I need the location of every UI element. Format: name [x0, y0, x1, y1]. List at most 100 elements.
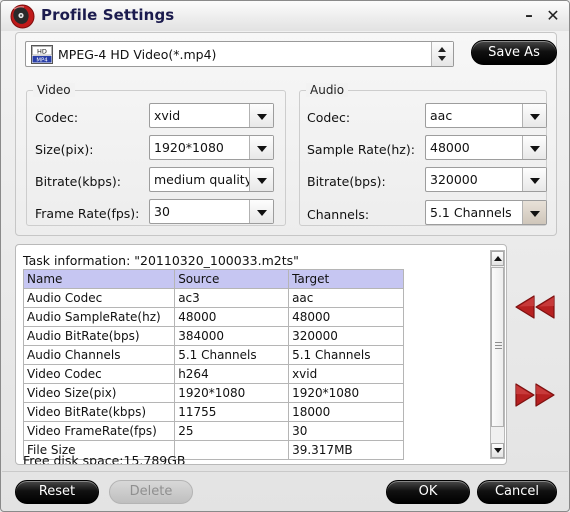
chevron-down-icon[interactable]	[249, 104, 273, 127]
audio-group-legend: Audio	[306, 83, 349, 97]
audio-codec-select[interactable]: aac	[425, 103, 547, 128]
svg-text:HD: HD	[37, 47, 47, 55]
cell-source: 384000	[174, 326, 290, 346]
chevron-down-icon[interactable]	[522, 168, 546, 191]
profile-settings-dialog: Profile Settings – ✕ HD MP4 MPEG-4 HD Vi…	[0, 0, 570, 512]
column-header-source: Source	[174, 269, 290, 289]
column-header-target: Target	[288, 269, 404, 289]
video-framerate-value: 30	[154, 204, 170, 219]
profile-select-value: MPEG-4 HD Video(*.mp4)	[58, 47, 217, 62]
close-icon[interactable]: ✕	[544, 7, 562, 25]
free-disk-space-label: Free disk space:15.789GB	[23, 453, 186, 464]
table-row: Audio BitRate(bps) 384000 320000	[22, 326, 404, 346]
cell-target: 5.1 Channels	[288, 345, 404, 365]
cell-name: Video Codec	[22, 364, 176, 384]
chevron-down-icon[interactable]	[249, 168, 273, 191]
svg-text:MP4: MP4	[36, 57, 48, 63]
video-size-value: 1920*1080	[154, 140, 224, 155]
cell-name: Video BitRate(kbps)	[22, 402, 176, 422]
chevron-down-icon[interactable]	[522, 136, 546, 159]
chevron-down-icon[interactable]	[249, 200, 273, 223]
cell-target: 30	[288, 421, 404, 441]
cell-source: 11755	[174, 402, 290, 422]
table-row: Video BitRate(kbps) 11755 18000	[22, 402, 404, 422]
audio-samplerate-value: 48000	[430, 140, 470, 155]
audio-channels-value: 5.1 Channels	[430, 205, 512, 220]
cell-name: Audio SampleRate(hz)	[22, 307, 176, 327]
column-header-name: Name	[22, 269, 176, 289]
cell-source: 48000	[174, 307, 290, 327]
cell-target: 39.317MB	[288, 440, 404, 460]
table-header-row: Name Source Target	[22, 269, 404, 289]
table-row: Video Size(pix) 1920*1080 1920*1080	[22, 383, 404, 403]
cell-name: Video FrameRate(fps)	[22, 421, 176, 441]
cell-target: 48000	[288, 307, 404, 327]
task-table-scrollbar[interactable]	[490, 250, 505, 459]
video-codec-value: xvid	[154, 108, 181, 123]
title-bar: Profile Settings – ✕	[1, 1, 569, 31]
cell-source: 25	[174, 421, 290, 441]
profile-select[interactable]: HD MP4 MPEG-4 HD Video(*.mp4)	[25, 41, 454, 67]
table-row: Audio Channels 5.1 Channels 5.1 Channels	[22, 345, 404, 365]
delete-button: Delete	[109, 480, 193, 504]
cell-target: 18000	[288, 402, 404, 422]
video-codec-select[interactable]: xvid	[149, 103, 274, 128]
table-row: Audio Codec ac3 aac	[22, 288, 404, 308]
cell-source: 5.1 Channels	[174, 345, 290, 365]
footer-divider	[2, 471, 568, 472]
table-row: Audio SampleRate(hz) 48000 48000	[22, 307, 404, 327]
chevron-down-icon[interactable]	[522, 104, 546, 127]
audio-samplerate-select[interactable]: 48000	[425, 135, 547, 160]
ok-button[interactable]: OK	[386, 480, 470, 504]
video-codec-label: Codec:	[35, 110, 79, 125]
video-framerate-label: Frame Rate(fps):	[35, 206, 140, 221]
cell-target: aac	[288, 288, 404, 308]
cell-name: Audio BitRate(bps)	[22, 326, 176, 346]
video-framerate-select[interactable]: 30	[149, 199, 274, 224]
cell-name: Video Size(pix)	[22, 383, 176, 403]
rewind-double-arrow-icon[interactable]	[512, 294, 558, 320]
forward-double-arrow-icon[interactable]	[512, 382, 558, 408]
chevron-down-icon[interactable]	[522, 201, 546, 224]
audio-bitrate-label: Bitrate(bps):	[307, 174, 386, 189]
chevron-down-icon[interactable]	[249, 136, 273, 159]
disc-icon	[10, 4, 35, 29]
save-as-button[interactable]: Save As	[471, 40, 557, 65]
table-row: Video FrameRate(fps) 25 30	[22, 421, 404, 441]
cancel-button[interactable]: Cancel	[477, 480, 557, 504]
scroll-up-arrow-icon[interactable]	[491, 251, 504, 266]
table-row: Video Codec h264 xvid	[22, 364, 404, 384]
video-size-select[interactable]: 1920*1080	[149, 135, 274, 160]
cell-source: 1920*1080	[174, 383, 290, 403]
cell-target: 1920*1080	[288, 383, 404, 403]
scroll-down-arrow-icon[interactable]	[491, 443, 504, 458]
audio-codec-value: aac	[430, 108, 453, 123]
task-information-title: Task information: "20110320_100033.m2ts"	[23, 253, 299, 268]
audio-samplerate-label: Sample Rate(hz):	[307, 142, 415, 157]
video-bitrate-label: Bitrate(kbps):	[35, 174, 121, 189]
page-title: Profile Settings	[41, 6, 175, 24]
audio-bitrate-value: 320000	[430, 172, 478, 187]
cell-target: xvid	[288, 364, 404, 384]
task-information-table: Name Source Target Audio Codec ac3 aac Aud…	[22, 269, 404, 460]
cell-source: ac3	[174, 288, 290, 308]
audio-channels-select[interactable]: 5.1 Channels	[425, 200, 547, 225]
cell-target: 320000	[288, 326, 404, 346]
cell-name: Audio Codec	[22, 288, 176, 308]
spinner-updown-icon[interactable]	[431, 42, 453, 66]
grip-icon	[495, 342, 502, 349]
video-size-label: Size(pix):	[35, 142, 94, 157]
reset-button[interactable]: Reset	[15, 480, 99, 504]
scroll-thumb[interactable]	[491, 267, 504, 427]
cell-source	[174, 440, 290, 460]
audio-codec-label: Codec:	[307, 110, 351, 125]
cell-name: Audio Channels	[22, 345, 176, 365]
video-group-legend: Video	[33, 83, 75, 97]
video-bitrate-value: medium quality	[154, 172, 253, 187]
audio-bitrate-select[interactable]: 320000	[425, 167, 547, 192]
audio-channels-label: Channels:	[307, 207, 370, 222]
hd-mp4-icon: HD MP4	[31, 45, 53, 64]
cell-source: h264	[174, 364, 290, 384]
minimize-button[interactable]: –	[520, 7, 538, 25]
video-bitrate-select[interactable]: medium quality	[149, 167, 274, 192]
